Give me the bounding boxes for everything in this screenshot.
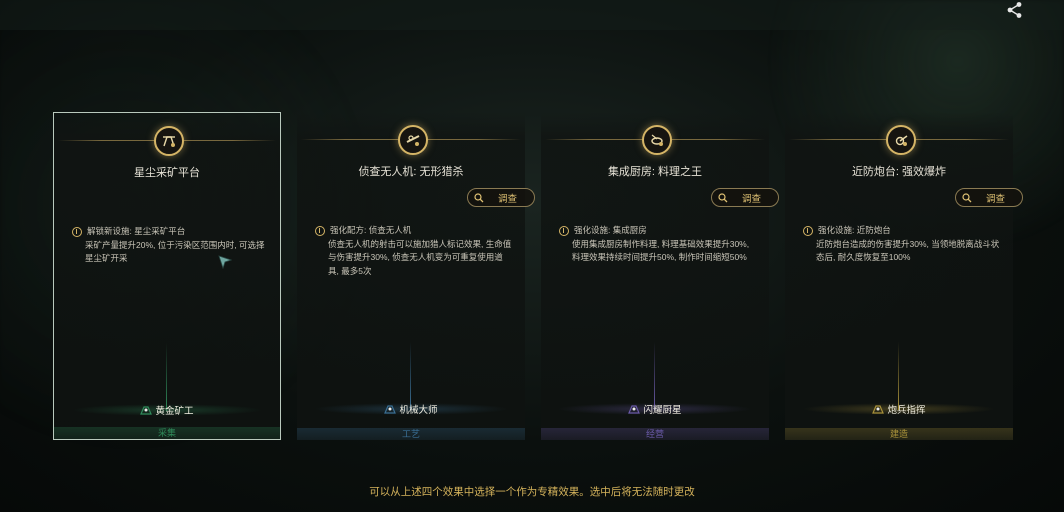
description-heading: 强化设施: 集成厨房 (574, 225, 647, 235)
share-icon[interactable] (1006, 1, 1024, 19)
card-description: 强化设施: 集成厨房使用集成厨房制作料理, 料理基础效果提升30%, 料理效果持… (559, 224, 757, 265)
category-footer: 采集 (54, 427, 280, 439)
drone-icon (398, 125, 428, 155)
role-name: 机械大师 (399, 405, 438, 416)
role-label: 炮兵指挥 (785, 402, 1013, 416)
investigate-label: 调查 (498, 193, 518, 205)
card-title: 星尘采矿平台 (134, 167, 200, 179)
light-beam (166, 343, 167, 411)
role-label: 黄金矿工 (54, 403, 280, 417)
role-name: 炮兵指挥 (887, 405, 926, 416)
investigate-button[interactable]: 调查 (467, 188, 535, 207)
description-heading: 解锁新设施: 星尘采矿平台 (87, 226, 186, 236)
card-title: 集成厨房: 料理之王 (607, 166, 703, 178)
card-title: 侦查无人机: 无形猎杀 (358, 166, 464, 178)
search-icon (718, 192, 728, 202)
description-body: 近防炮台造成的伤害提升30%, 当领地脱离战斗状态后, 耐久度恢复至100% (816, 238, 1000, 263)
description-body: 使用集成厨房制作料理, 料理基础效果提升30%, 料理效果持续时间提升50%, … (572, 238, 750, 263)
specialization-card[interactable]: 集成厨房: 料理之王调查强化设施: 集成厨房使用集成厨房制作料理, 料理基础效果… (541, 112, 779, 440)
specialization-card[interactable]: 星尘采矿平台解锁新设施: 星尘采矿平台采矿产量提升20%, 位于污染区范围内时,… (53, 112, 281, 440)
pointer-cursor-icon (218, 255, 232, 269)
category-footer: 建造 (785, 428, 1013, 440)
card-description: 强化配方: 侦查无人机侦查无人机的射击可以施加猎人标记效果, 生命值与伤害提升3… (315, 224, 513, 278)
card-description: 强化设施: 近防炮台近防炮台造成的伤害提升30%, 当领地脱离战斗状态后, 耐久… (803, 224, 1001, 265)
specialization-card[interactable]: 侦查无人机: 无形猎杀调查强化配方: 侦查无人机侦查无人机的射击可以施加猎人标记… (297, 112, 535, 440)
card-title: 近防炮台: 强效爆炸 (851, 166, 947, 178)
role-name: 闪耀厨星 (643, 405, 682, 416)
selection-hint: 可以从上述四个效果中选择一个作为专精效果。选中后将无法随时更改 (369, 486, 695, 498)
investigate-button[interactable]: 调查 (955, 188, 1023, 207)
light-beam (898, 342, 899, 410)
turret-icon (886, 125, 916, 155)
investigate-label: 调查 (742, 193, 762, 205)
role-label: 机械大师 (297, 402, 525, 416)
description-heading: 强化设施: 近防炮台 (818, 225, 891, 235)
top-bar (0, 0, 1064, 30)
role-name: 黄金矿工 (155, 406, 194, 417)
investigate-button[interactable]: 调查 (711, 188, 779, 207)
description-heading: 强化配方: 侦查无人机 (330, 225, 412, 235)
card-description: 解锁新设施: 星尘采矿平台采矿产量提升20%, 位于污染区范围内时, 可选择星尘… (72, 225, 268, 266)
category-footer: 工艺 (297, 428, 525, 440)
category-footer: 经营 (541, 428, 769, 440)
description-body: 采矿产量提升20%, 位于污染区范围内时, 可选择星尘矿开采 (85, 239, 265, 264)
search-icon (474, 192, 484, 202)
mining-platform-icon (154, 126, 184, 156)
specialization-card[interactable]: 近防炮台: 强效爆炸调查强化设施: 近防炮台近防炮台造成的伤害提升30%, 当领… (785, 112, 1023, 440)
description-body: 侦查无人机的射击可以施加猎人标记效果, 生命值与伤害提升30%, 侦查无人机变为… (328, 238, 512, 276)
role-label: 闪耀厨星 (541, 402, 769, 416)
light-beam (410, 342, 411, 410)
bullet-icon (315, 226, 325, 236)
bullet-icon (72, 227, 82, 237)
search-icon (962, 192, 972, 202)
bullet-icon (559, 226, 569, 236)
kitchen-icon (642, 125, 672, 155)
light-beam (654, 342, 655, 410)
bullet-icon (803, 226, 813, 236)
investigate-label: 调查 (986, 193, 1006, 205)
